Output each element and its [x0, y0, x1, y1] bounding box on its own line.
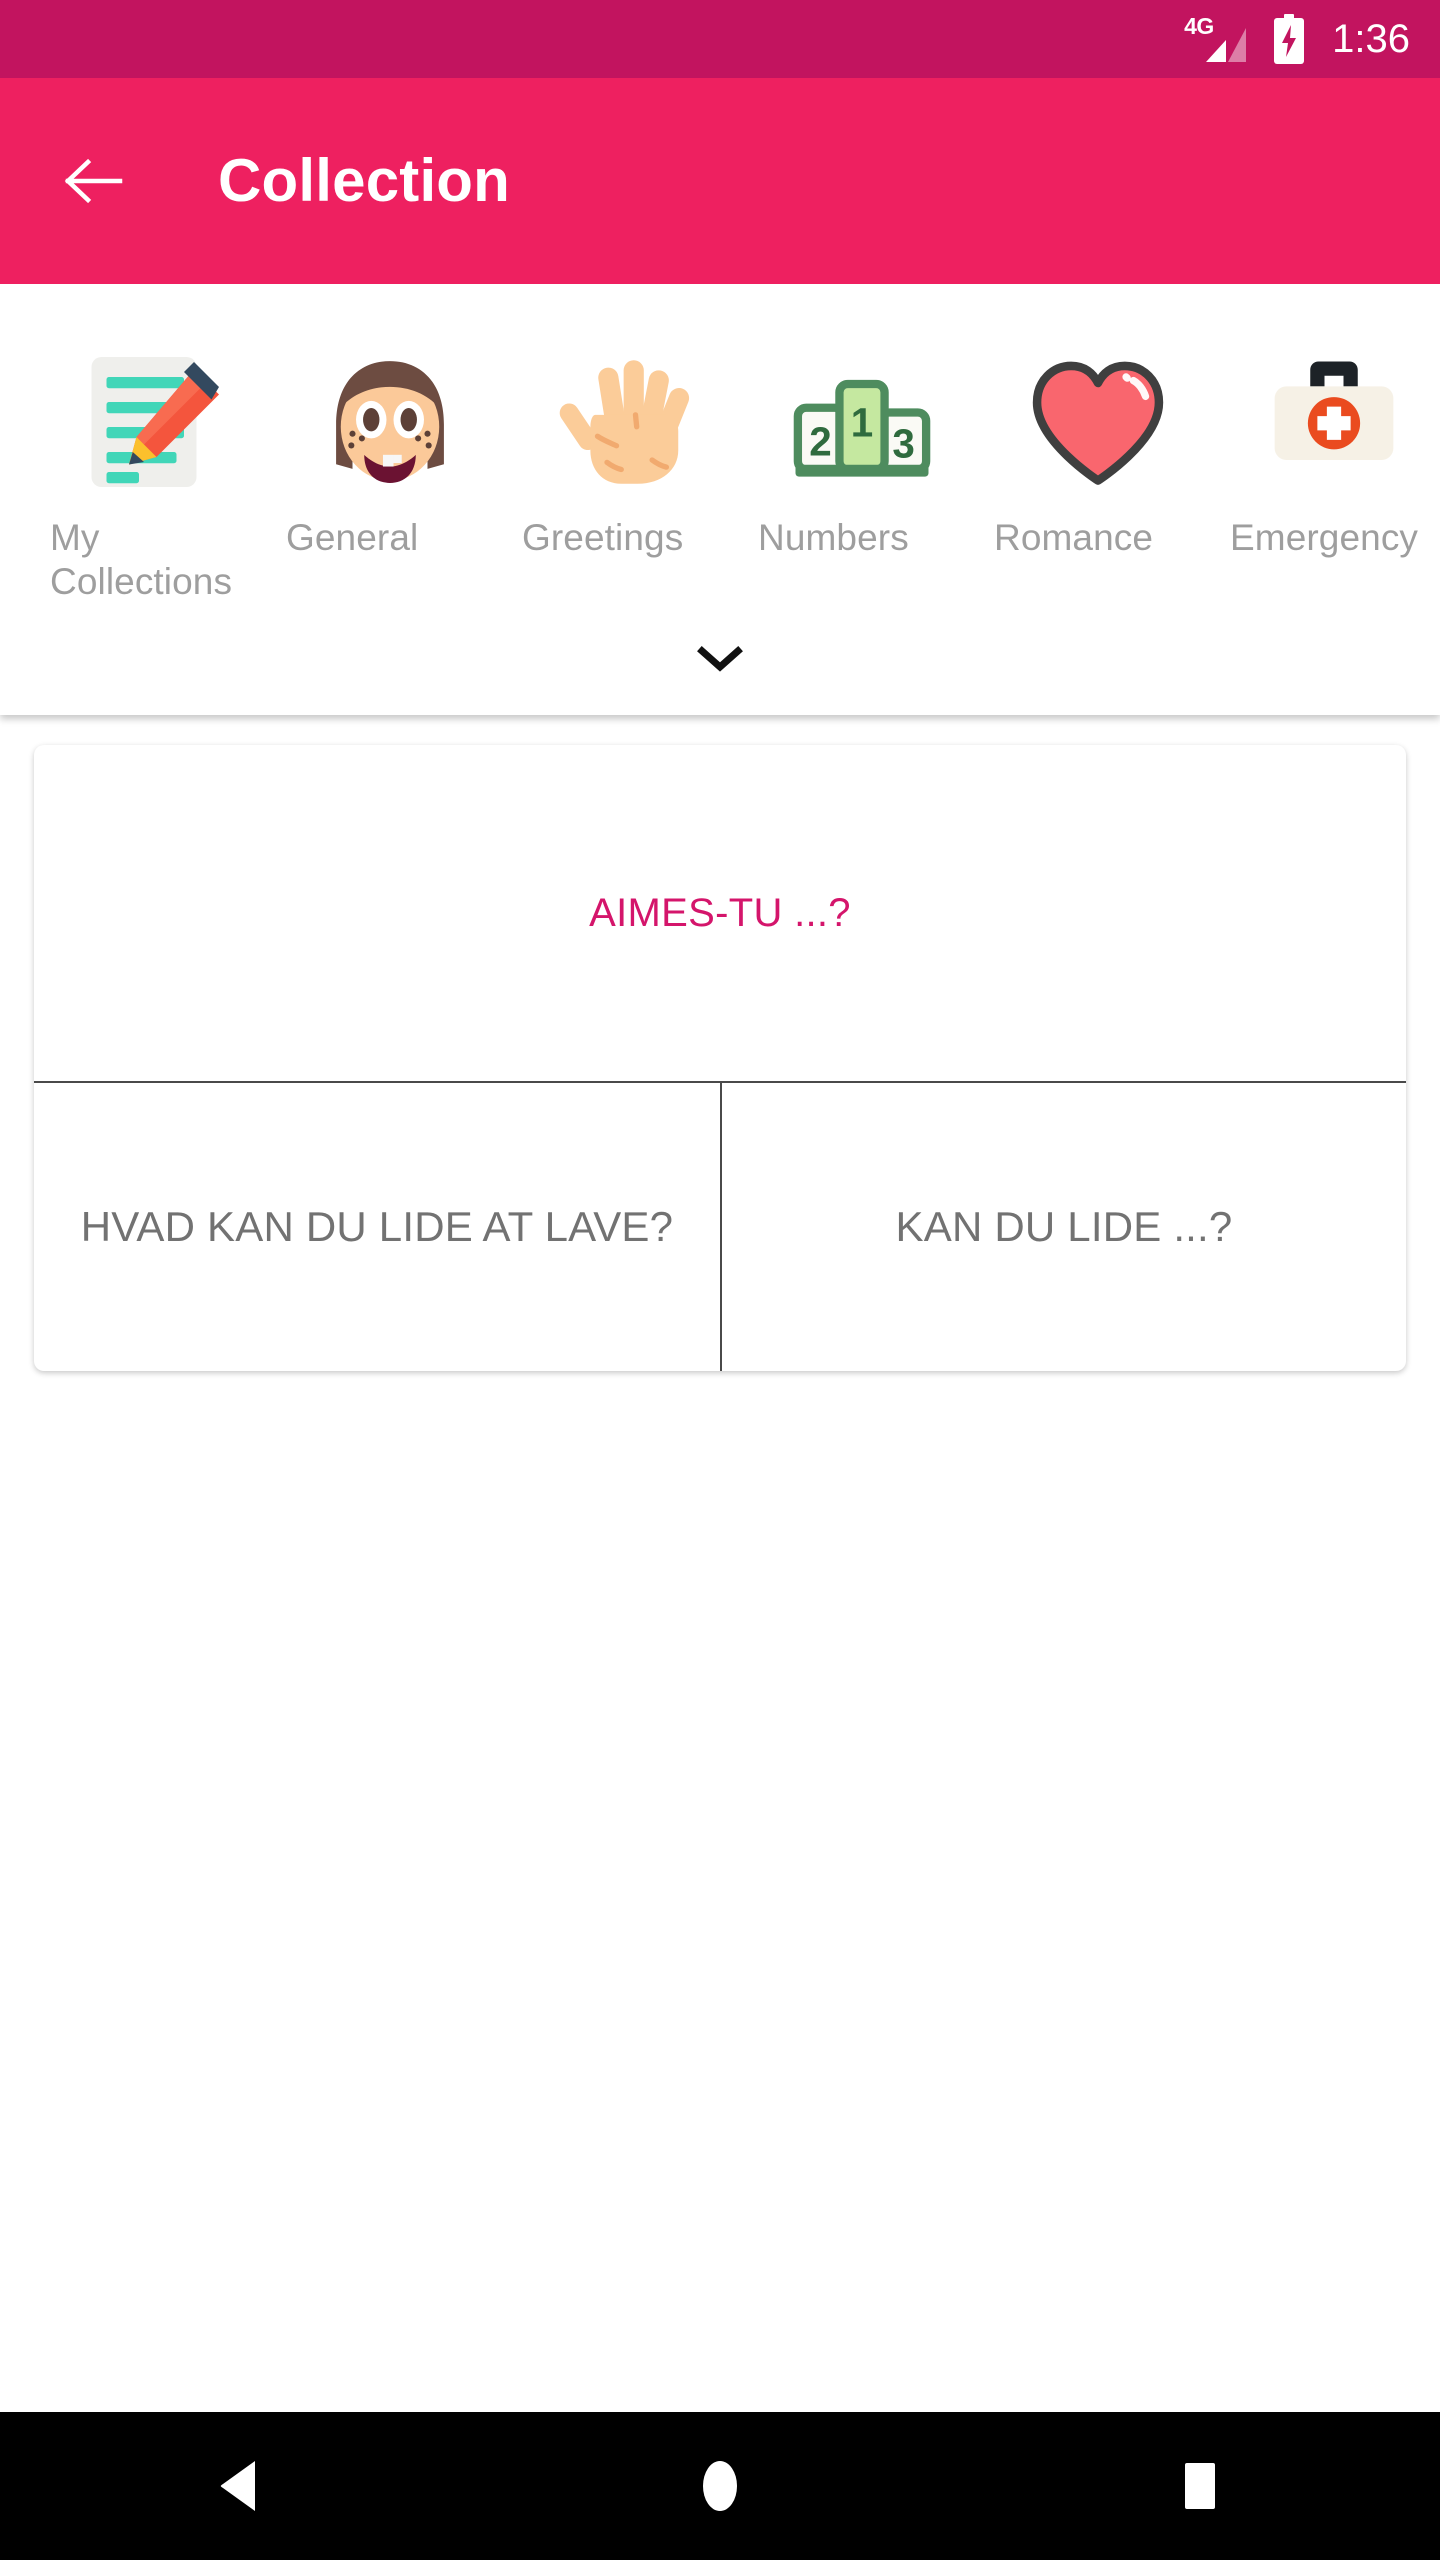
back-button[interactable]: [62, 149, 126, 213]
phrase-card-header[interactable]: AIMES-TU ...?: [34, 745, 1406, 1084]
girl-face-icon: [304, 336, 476, 508]
podium-123-icon: 2 1 3: [776, 336, 948, 508]
phrase-grid: HVAD KAN DU LIDE AT LAVE? KAN DU LIDE ..…: [34, 1083, 1406, 1372]
app-screen: 4G 1:36 Collection My Collections Genera…: [0, 0, 1440, 2560]
nav-home-button[interactable]: [640, 2412, 800, 2560]
category-label: My Collections: [50, 517, 233, 602]
chevron-down-icon: [697, 646, 743, 672]
phrase-cell-left[interactable]: HVAD KAN DU LIDE AT LAVE?: [34, 1083, 720, 1371]
svg-text:3: 3: [892, 421, 914, 467]
category-item-emergency[interactable]: Emergency: [1216, 336, 1440, 560]
category-label: Greetings: [522, 517, 684, 558]
svg-text:2: 2: [809, 418, 831, 464]
waving-hand-icon: [540, 336, 712, 508]
category-item-my-collections[interactable]: My Collections: [36, 336, 272, 603]
nav-recents-button[interactable]: [1120, 2412, 1280, 2560]
battery-charging-icon: [1272, 14, 1306, 64]
circle-home-icon: [703, 2461, 737, 2511]
category-list: My Collections General Greetings 2 1 3 N…: [0, 336, 1440, 603]
category-label: Emergency: [1230, 517, 1419, 558]
phrase-cell-text: HVAD KAN DU LIDE AT LAVE?: [80, 1203, 674, 1251]
heart-icon: [1012, 336, 1184, 508]
phrase-cell-text: KAN DU LIDE ...?: [895, 1203, 1233, 1251]
expand-categories-button[interactable]: [0, 603, 1440, 715]
app-bar: Collection: [0, 78, 1440, 284]
square-recents-icon: [1185, 2463, 1215, 2509]
category-label: Romance: [994, 517, 1154, 558]
phrase-header-text: AIMES-TU ...?: [589, 891, 851, 936]
phrase-cell-right[interactable]: KAN DU LIDE ...?: [720, 1083, 1406, 1372]
category-item-romance[interactable]: Romance: [980, 336, 1216, 560]
signal-triangle-icon: [1206, 28, 1247, 62]
svg-text:1: 1: [851, 399, 873, 445]
phrase-card: AIMES-TU ...? HVAD KAN DU LIDE AT LAVE? …: [34, 745, 1406, 1372]
android-navigation-bar: [0, 2412, 1440, 2560]
first-aid-kit-icon: [1248, 336, 1420, 508]
category-item-numbers[interactable]: 2 1 3 Numbers: [744, 336, 980, 560]
category-item-general[interactable]: General: [272, 336, 508, 560]
triangle-back-icon: [220, 2461, 255, 2511]
status-bar: 4G 1:36: [0, 0, 1440, 78]
category-label: General: [286, 517, 419, 558]
content-area: AIMES-TU ...? HVAD KAN DU LIDE AT LAVE? …: [0, 715, 1440, 2412]
category-label: Numbers: [758, 517, 909, 558]
memo-pencil-icon: [68, 336, 240, 508]
category-item-greetings[interactable]: Greetings: [508, 336, 744, 560]
page-title: Collection: [218, 147, 511, 214]
status-bar-clock: 1:36: [1332, 17, 1410, 61]
back-arrow-icon: [64, 158, 123, 204]
category-panel: My Collections General Greetings 2 1 3 N…: [0, 284, 1440, 716]
nav-back-button[interactable]: [160, 2412, 320, 2560]
status-bar-icons: 4G 1:36: [1184, 0, 1410, 78]
signal-strength-icon: 4G: [1184, 13, 1247, 65]
